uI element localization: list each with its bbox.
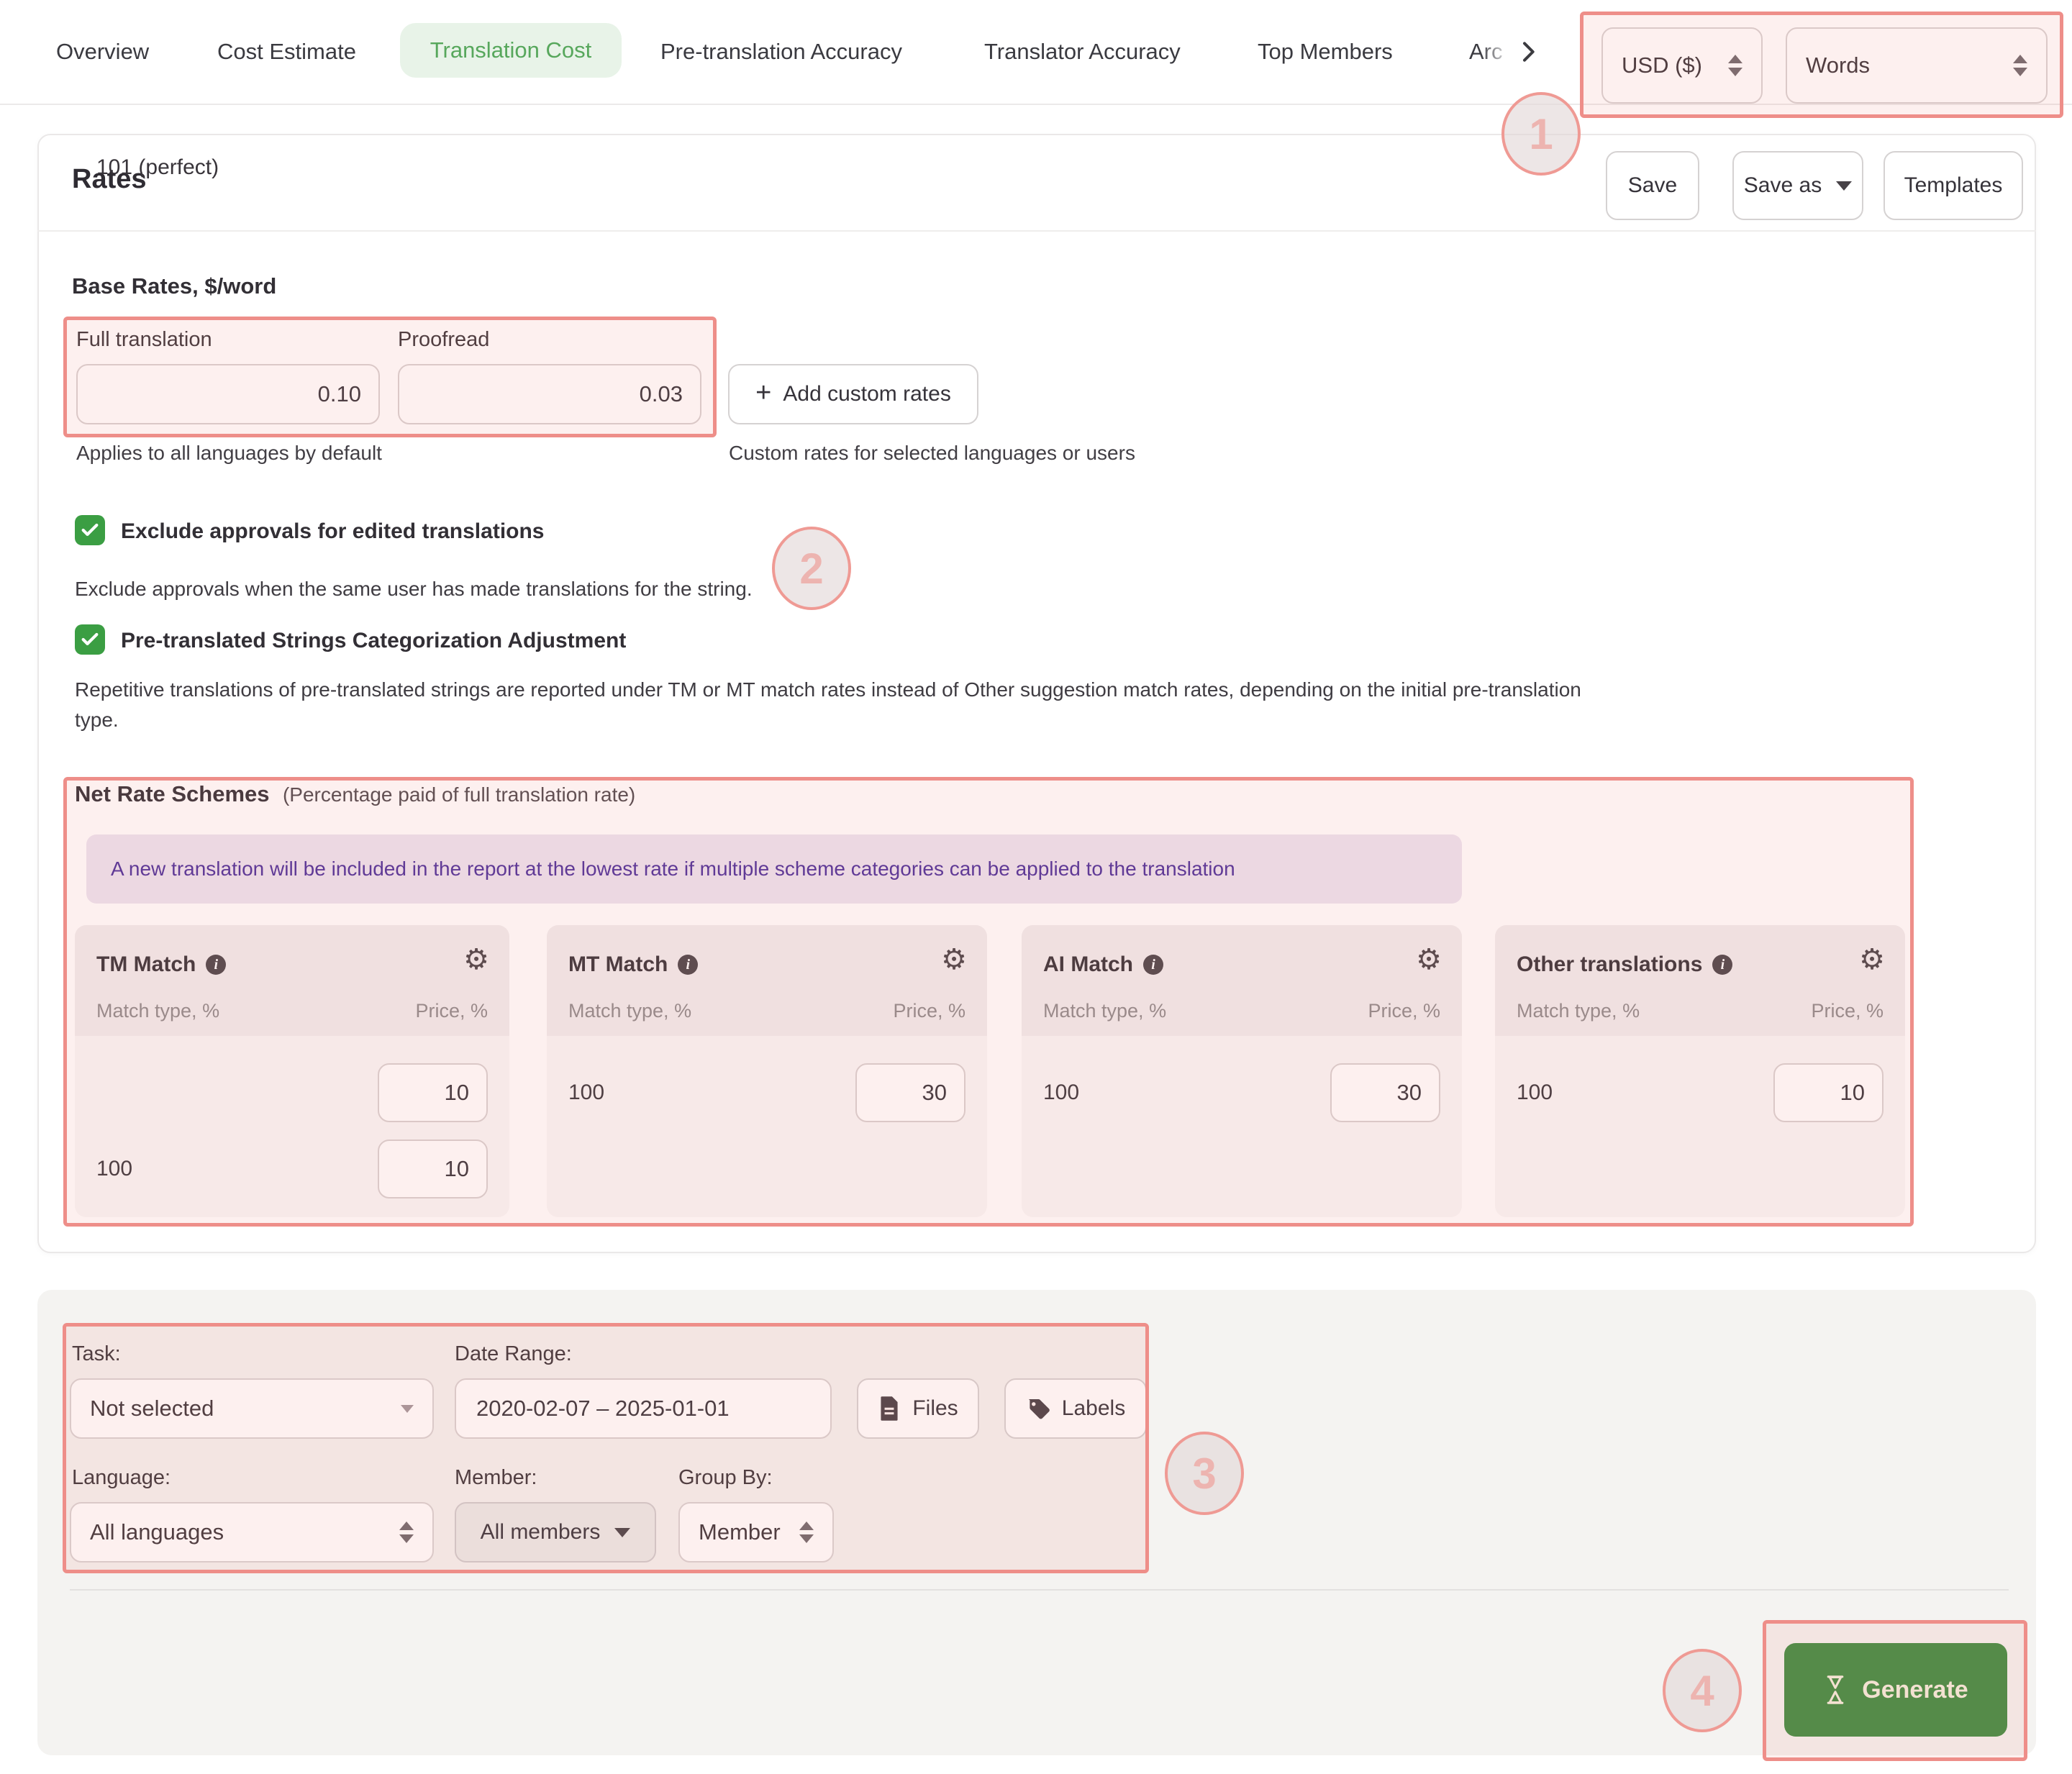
ai-match-card: AI Match i ⚙ Match type, % Price, % 100 … xyxy=(1022,925,1462,1217)
report-page: Overview Cost Estimate Translation Cost … xyxy=(0,0,2072,1774)
match-type-column-header: Match type, % xyxy=(1517,1000,1640,1022)
tm-match-card: TM Match i ⚙ Match type, % Price, % 101 … xyxy=(75,155,509,1217)
tab-cost-estimate[interactable]: Cost Estimate xyxy=(217,0,356,104)
info-icon[interactable]: i xyxy=(206,955,227,975)
gear-icon[interactable]: ⚙ xyxy=(1859,945,1885,974)
mt-match-card: MT Match i ⚙ Match type, % Price, % 100 … xyxy=(547,925,987,1217)
card-title: Other translations i xyxy=(1517,952,1733,977)
group-by-label: Group By: xyxy=(678,1466,773,1489)
proofread-label: Proofread xyxy=(398,328,490,351)
tab-translator-accuracy[interactable]: Translator Accuracy xyxy=(984,0,1181,104)
check-icon xyxy=(81,523,99,536)
member-select[interactable]: All members xyxy=(455,1502,656,1563)
currency-select[interactable]: USD ($) xyxy=(1601,27,1763,104)
tab-pretranslation-accuracy[interactable]: Pre-translation Accuracy xyxy=(660,0,902,104)
lowest-rate-info-banner: A new translation will be included in th… xyxy=(86,834,1462,904)
match-type-value: 100 xyxy=(568,1081,605,1104)
pretranslated-adjustment-label: Pre-translated Strings Categorization Ad… xyxy=(121,629,627,652)
caret-down-icon xyxy=(1836,181,1853,191)
settings-divider xyxy=(70,1589,2009,1591)
gear-icon[interactable]: ⚙ xyxy=(941,945,967,974)
match-type-column-header: Match type, % xyxy=(568,1000,692,1022)
other-translations-card: Other translations i ⚙ Match type, % Pri… xyxy=(1495,925,1905,1217)
labels-button[interactable]: Labels xyxy=(1004,1378,1147,1439)
save-as-button[interactable]: Save as xyxy=(1732,151,1863,220)
gear-icon[interactable]: ⚙ xyxy=(1416,945,1442,974)
gear-icon[interactable]: ⚙ xyxy=(463,945,489,974)
price-input[interactable]: 30 xyxy=(1330,1063,1440,1122)
files-button[interactable]: Files xyxy=(857,1378,979,1439)
price-input[interactable]: 30 xyxy=(855,1063,965,1122)
exclude-approvals-label: Exclude approvals for edited translation… xyxy=(121,519,545,543)
card-title: AI Match i xyxy=(1043,952,1164,977)
updown-arrows-icon xyxy=(799,1521,814,1543)
card-title: TM Match i xyxy=(96,952,227,977)
add-custom-rates-button[interactable]: + Add custom rates xyxy=(728,364,978,424)
card-title: MT Match i xyxy=(568,952,699,977)
price-input[interactable]: 10 xyxy=(1773,1063,1884,1122)
tag-icon xyxy=(1028,1398,1050,1419)
price-input[interactable]: 10 xyxy=(378,1140,488,1198)
member-label: Member: xyxy=(455,1466,537,1489)
nav-more-chevron-icon[interactable] xyxy=(1514,37,1542,70)
updown-arrows-icon xyxy=(1728,55,1742,76)
date-range-label: Date Range: xyxy=(455,1342,572,1365)
save-button[interactable]: Save xyxy=(1606,151,1699,220)
full-translation-label: Full translation xyxy=(76,328,212,351)
file-icon xyxy=(881,1396,898,1421)
task-select[interactable]: Not selected xyxy=(70,1378,434,1439)
pretranslated-adjustment-description: Repetitive translations of pre-translate… xyxy=(75,678,1581,731)
match-type-value: 100 xyxy=(1517,1081,1553,1104)
price-input[interactable]: 10 xyxy=(378,1063,488,1122)
task-label: Task: xyxy=(72,1342,121,1365)
units-select[interactable]: Words xyxy=(1786,27,2048,104)
date-range-input[interactable]: 2020-02-07 – 2025-01-01 xyxy=(455,1378,832,1439)
exclude-approvals-description: Exclude approvals when the same user has… xyxy=(75,578,753,600)
match-type-value: 100 xyxy=(96,1157,133,1181)
net-rate-schemes-heading: Net Rate Schemes (Percentage paid of ful… xyxy=(75,781,636,806)
updown-arrows-icon xyxy=(2013,55,2027,76)
exclude-approvals-checkbox[interactable] xyxy=(75,515,105,545)
info-icon[interactable]: i xyxy=(1712,955,1733,975)
custom-rates-caption: Custom rates for selected languages or u… xyxy=(729,442,1135,464)
proofread-rate-input[interactable]: 0.03 xyxy=(398,364,701,424)
group-by-select[interactable]: Member xyxy=(678,1502,834,1563)
updown-arrows-icon xyxy=(399,1521,414,1543)
language-label: Language: xyxy=(72,1466,171,1489)
match-type-column-header: Match type, % xyxy=(96,1000,220,1022)
generate-button[interactable]: Generate xyxy=(1784,1643,2007,1737)
tab-top-members[interactable]: Top Members xyxy=(1258,0,1393,104)
tab-archived-truncated[interactable]: Arc xyxy=(1469,0,1514,104)
base-rates-heading: Base Rates, $/word xyxy=(72,273,277,299)
caret-down-icon xyxy=(401,1404,414,1413)
plus-icon: + xyxy=(755,378,772,408)
net-rate-schemes-subheading: (Percentage paid of full translation rat… xyxy=(282,783,636,806)
hourglass-icon xyxy=(1827,1675,1844,1704)
info-icon[interactable]: i xyxy=(678,955,699,975)
price-column-header: Price, % xyxy=(1368,1000,1440,1022)
top-nav: Overview Cost Estimate Translation Cost … xyxy=(0,0,2072,105)
price-column-header: Price, % xyxy=(1811,1000,1884,1022)
templates-button[interactable]: Templates xyxy=(1884,151,2023,220)
check-icon xyxy=(81,632,99,645)
tab-overview[interactable]: Overview xyxy=(56,0,149,104)
caret-down-icon xyxy=(614,1527,631,1537)
full-translation-rate-input[interactable]: 0.10 xyxy=(76,364,380,424)
match-type-column-header: Match type, % xyxy=(1043,1000,1167,1022)
match-type-value: 101 (perfect) xyxy=(96,155,219,179)
base-rates-caption: Applies to all languages by default xyxy=(76,442,382,464)
price-column-header: Price, % xyxy=(415,1000,488,1022)
match-type-value: 100 xyxy=(1043,1081,1080,1104)
tab-translation-cost-active[interactable]: Translation Cost xyxy=(400,23,622,78)
info-icon[interactable]: i xyxy=(1143,955,1164,975)
language-select[interactable]: All languages xyxy=(70,1502,434,1563)
pretranslated-adjustment-checkbox[interactable] xyxy=(75,624,105,655)
price-column-header: Price, % xyxy=(893,1000,965,1022)
